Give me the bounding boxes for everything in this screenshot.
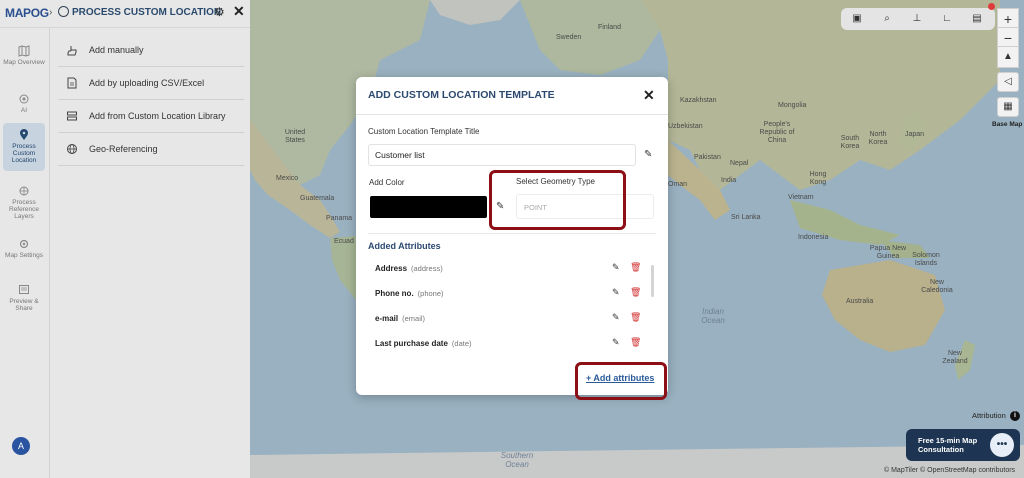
globe-icon — [66, 143, 78, 155]
preview-icon — [18, 284, 30, 296]
ai-icon — [18, 93, 30, 105]
attribute-key: (address) — [411, 264, 443, 273]
layers-icon — [18, 185, 30, 197]
base-map-label: Base Map — [992, 121, 1023, 128]
attribution-label[interactable]: Attribution — [972, 411, 1006, 420]
consultation-text: Free 15-min Map Consultation — [918, 436, 978, 454]
add-attributes-highlight-box — [575, 362, 667, 400]
rail-item-ai[interactable]: AI — [3, 93, 45, 114]
header-bar: MAPOG › PROCESS CUSTOM LOCATION ⚙ ✕ — [0, 0, 250, 28]
info-icon[interactable]: i — [1010, 411, 1020, 421]
color-swatch[interactable] — [370, 196, 487, 218]
hand-pointer-icon — [66, 44, 78, 56]
print-icon[interactable]: ▤ — [971, 13, 983, 25]
trash-icon[interactable]: 🗑 — [630, 337, 641, 348]
rail-label: AI — [20, 107, 28, 114]
template-title-input[interactable] — [368, 144, 636, 166]
location-icon[interactable]: ⊥ — [911, 13, 923, 25]
page-title: PROCESS CUSTOM LOCATION — [72, 7, 222, 18]
trash-icon[interactable]: 🗑 — [630, 312, 641, 323]
rail-label: Map Settings — [5, 252, 43, 259]
panel-item-label: Add by uploading CSV/Excel — [89, 78, 205, 88]
pencil-icon[interactable]: ✎ — [612, 337, 620, 348]
notification-badge — [988, 3, 995, 10]
attribute-row: Last purchase date (date) ✎ 🗑 — [375, 337, 643, 351]
panel-item-label: Add from Custom Location Library — [89, 111, 226, 121]
attribute-key: (phone) — [417, 289, 444, 298]
compass-button[interactable]: ▲ — [997, 46, 1019, 68]
pencil-icon[interactable]: ✎ — [612, 287, 620, 298]
divider — [368, 233, 656, 234]
panel-item-label: Add manually — [89, 45, 144, 55]
map-icon — [18, 45, 30, 57]
rail-item-map-overview[interactable]: Map Overview — [3, 45, 45, 66]
panel-item-geo-referencing[interactable]: Geo-Referencing — [58, 133, 244, 166]
location-pin-icon — [18, 129, 30, 141]
app-logo[interactable]: MAPOG — [5, 6, 49, 20]
gear-icon[interactable]: ⚙ — [214, 5, 225, 19]
attribute-row: Phone no. (phone) ✎ 🗑 — [375, 287, 643, 301]
pencil-icon[interactable]: ✎ — [612, 262, 620, 273]
add-color-label: Add Color — [369, 178, 405, 187]
settings-icon — [18, 238, 30, 250]
attribute-name: Last purchase date — [375, 339, 448, 348]
attribute-name: Phone no. — [375, 289, 414, 298]
attribute-key: (email) — [402, 314, 426, 323]
rail-label: Process Reference Layers — [9, 199, 39, 220]
close-dialog-button[interactable]: ✕ — [643, 87, 655, 104]
pencil-icon[interactable]: ✎ — [644, 149, 652, 160]
rail-label: Preview & Share — [9, 298, 39, 312]
chat-icon[interactable]: ••• — [990, 433, 1014, 457]
panel-item-label: Geo-Referencing — [89, 144, 158, 154]
geometry-highlight-box — [489, 170, 626, 230]
map-toolbar: ▣ ⌕ ⊥ ∟ ▤ — [841, 8, 995, 30]
rail-item-process-custom-location[interactable]: Process Custom Location — [3, 123, 45, 171]
panel-item-add-manually[interactable]: Add manually — [58, 34, 244, 67]
measure-icon[interactable]: ∟ — [941, 13, 953, 25]
close-panel-button[interactable]: ✕ — [233, 3, 245, 20]
trash-icon[interactable]: 🗑 — [630, 262, 641, 273]
rail-item-map-settings[interactable]: Map Settings — [3, 238, 45, 259]
attribute-row: Address (address) ✎ 🗑 — [375, 262, 643, 276]
navigate-button[interactable]: ◁ — [997, 72, 1019, 92]
divider — [356, 114, 668, 115]
side-panel: Add manually Add by uploading CSV/Excel … — [50, 28, 250, 478]
trash-icon[interactable]: 🗑 — [630, 287, 641, 298]
rail-item-preview-share[interactable]: Preview & Share — [3, 284, 45, 312]
chevron-right-icon: › — [49, 7, 53, 18]
rail-label: Process Custom Location — [11, 143, 37, 164]
panel-item-library[interactable]: Add from Custom Location Library — [58, 100, 244, 133]
library-icon — [66, 110, 78, 122]
avatar[interactable]: A — [12, 437, 30, 455]
base-map-button[interactable]: ▦ — [997, 97, 1019, 117]
attributes-scrollbar[interactable] — [651, 265, 654, 297]
added-attributes-heading: Added Attributes — [368, 241, 441, 251]
panel-item-upload-csv[interactable]: Add by uploading CSV/Excel — [58, 67, 244, 100]
attribute-name: e-mail — [375, 314, 399, 323]
add-template-dialog: ADD CUSTOM LOCATION TEMPLATE ✕ Custom Lo… — [356, 77, 668, 400]
file-upload-icon — [66, 77, 78, 89]
dialog-title: ADD CUSTOM LOCATION TEMPLATE — [368, 89, 555, 101]
rail-item-process-reference-layers[interactable]: Process Reference Layers — [3, 185, 45, 220]
location-pin-icon — [58, 6, 69, 17]
attribute-key: (date) — [451, 339, 472, 348]
attribute-name: Address — [375, 264, 408, 273]
rail-label: Map Overview — [3, 59, 45, 66]
consultation-button[interactable]: Free 15-min Map Consultation ••• — [906, 429, 1020, 461]
map-layer-icon[interactable]: ▣ — [851, 13, 863, 25]
attribute-row: e-mail (email) ✎ 🗑 — [375, 312, 643, 326]
left-rail: Map Overview AI Process Custom Location … — [0, 28, 50, 478]
pencil-icon[interactable]: ✎ — [612, 312, 620, 323]
map-copyright[interactable]: © MapTiler © OpenStreetMap contributors — [884, 467, 1015, 474]
template-title-label: Custom Location Template Title — [368, 127, 480, 136]
search-icon[interactable]: ⌕ — [881, 13, 893, 25]
